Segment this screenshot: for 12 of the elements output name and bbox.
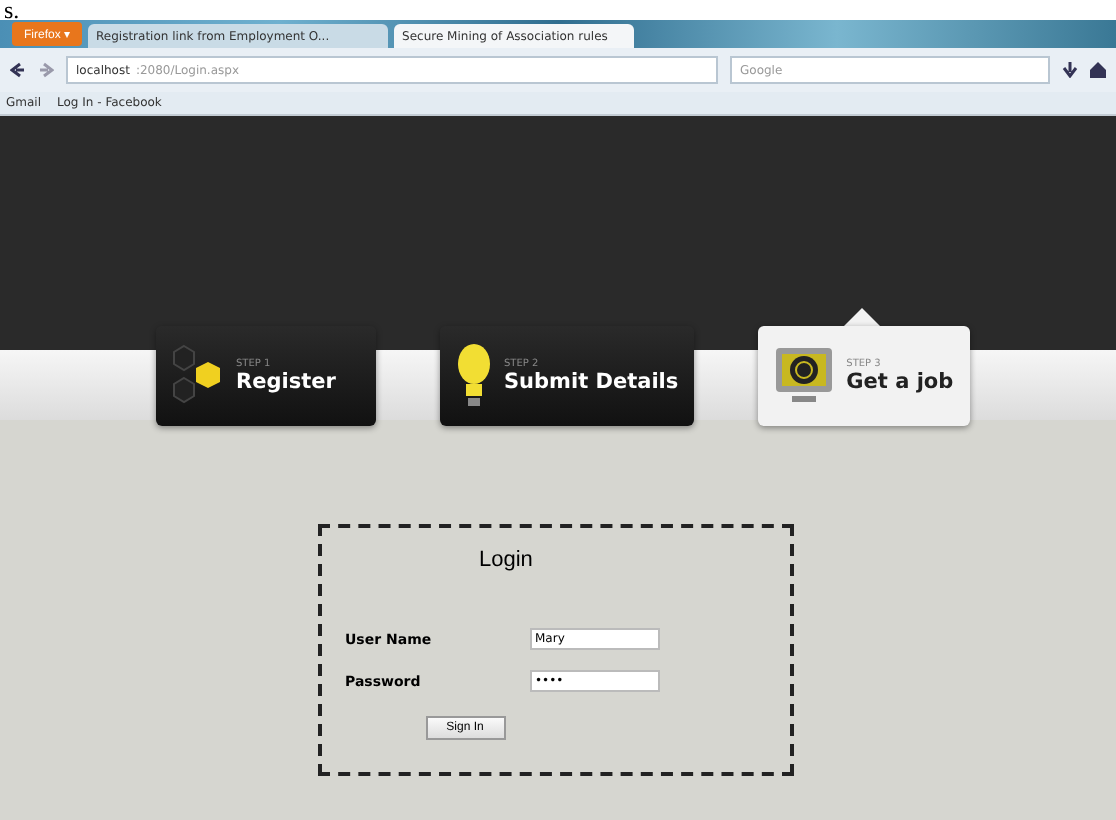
forward-icon <box>38 62 54 78</box>
lightbulb-icon <box>456 344 492 408</box>
login-title: Login <box>479 548 533 572</box>
monitor-icon <box>774 344 835 408</box>
back-icon <box>10 62 26 78</box>
step-title: Get a job <box>846 370 954 394</box>
home-icon <box>1090 62 1106 78</box>
step-title: Register <box>236 370 336 394</box>
step-title: Submit Details <box>504 370 679 394</box>
text-fragment: s. <box>4 0 20 20</box>
download-icon <box>1062 62 1078 78</box>
hexagon-icon <box>172 344 224 408</box>
